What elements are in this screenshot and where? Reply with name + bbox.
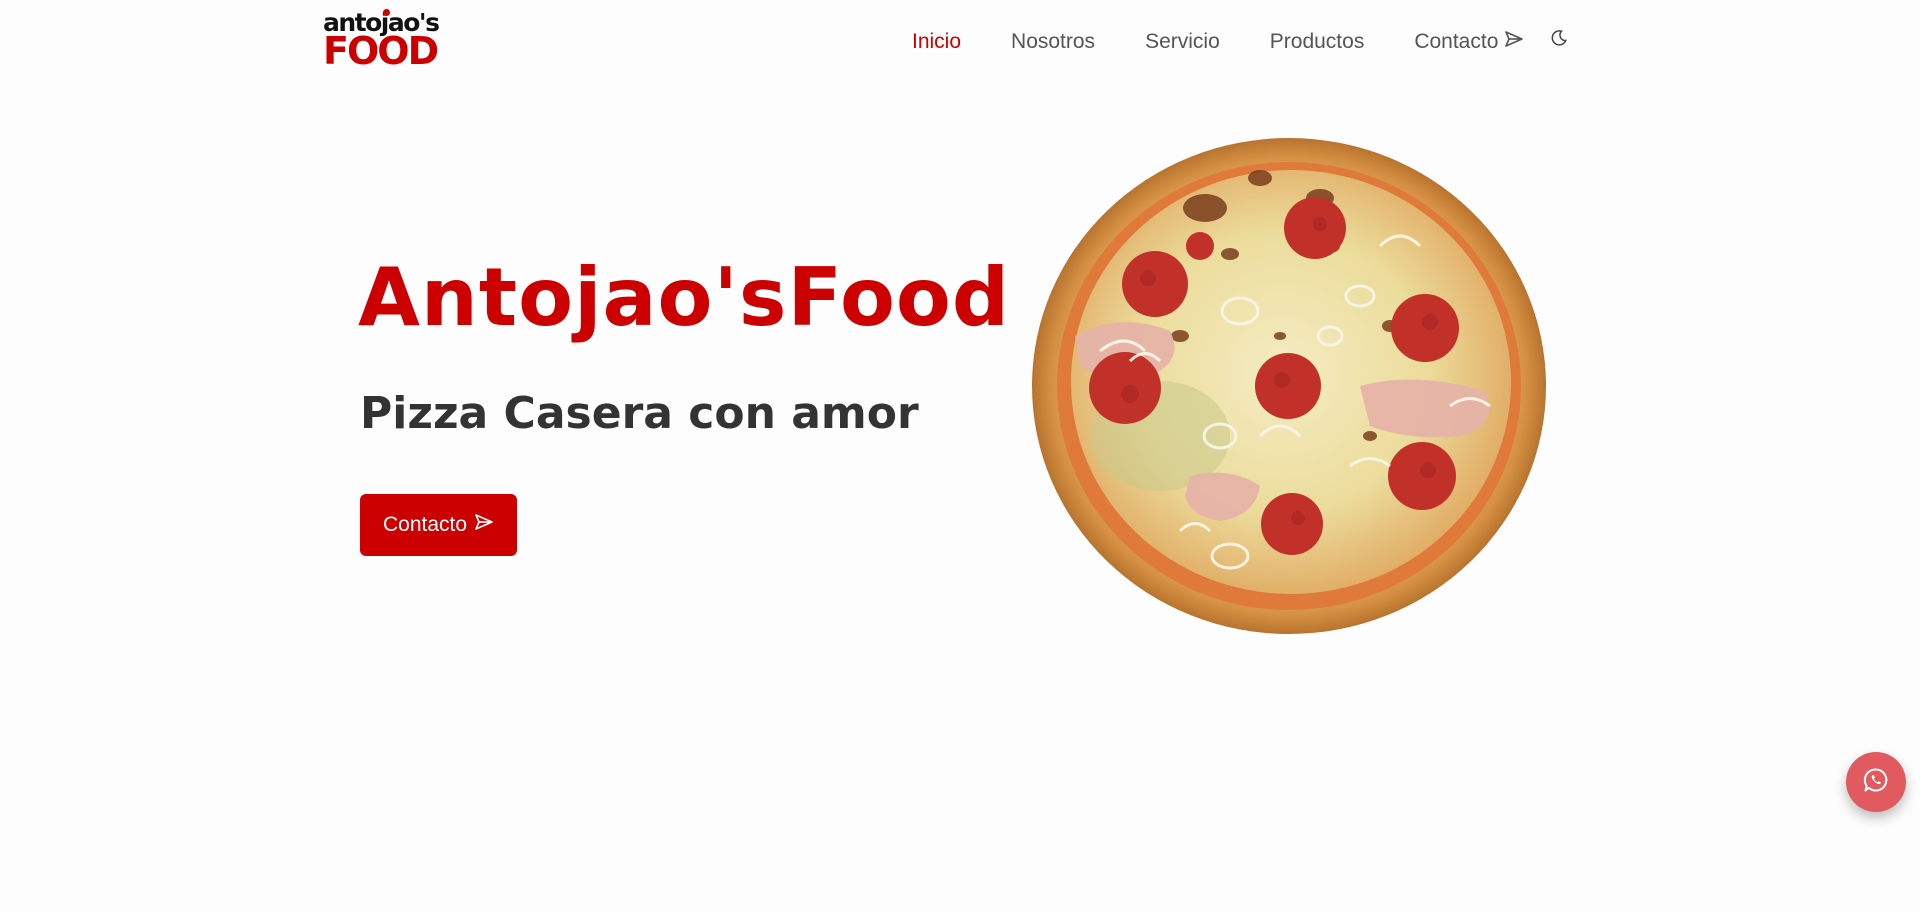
moon-icon	[1550, 29, 1568, 52]
send-icon	[1504, 30, 1524, 54]
nav-link-label: Nosotros	[1011, 30, 1096, 53]
nav-link-nosotros[interactable]: Nosotros	[1011, 30, 1095, 54]
nav-link-label: Servicio	[1145, 30, 1220, 53]
nav-link-label: Contacto	[1414, 30, 1499, 53]
pizza-image	[1030, 136, 1548, 636]
brand-logo[interactable]: antojao's FOOD	[323, 9, 441, 73]
logo-text-bottom: FOOD	[323, 29, 439, 73]
nav-link-label: Inicio	[912, 30, 962, 53]
logo-pin-icon	[383, 9, 390, 16]
theme-toggle-button[interactable]	[1548, 29, 1570, 51]
hero-subtitle: Pizza Casera con amor	[360, 388, 919, 439]
whatsapp-button[interactable]	[1846, 752, 1906, 812]
send-icon	[474, 513, 494, 537]
contact-button-label: Contacto	[382, 513, 468, 536]
site-header: antojao's FOOD Inicio Nosotros Servicio …	[0, 0, 1920, 90]
nav-link-servicio[interactable]: Servicio	[1145, 30, 1220, 54]
nav-link-productos[interactable]: Productos	[1270, 30, 1365, 54]
contact-button[interactable]: Contacto	[360, 494, 517, 556]
main-nav: Inicio Nosotros Servicio Productos Conta…	[912, 29, 1570, 54]
nav-link-label: Productos	[1269, 30, 1365, 53]
nav-link-contacto[interactable]: Contacto	[1414, 30, 1524, 54]
nav-link-inicio[interactable]: Inicio	[912, 30, 961, 54]
whatsapp-icon	[1863, 767, 1889, 798]
hero-title: Antojao'sFood	[358, 251, 1011, 344]
